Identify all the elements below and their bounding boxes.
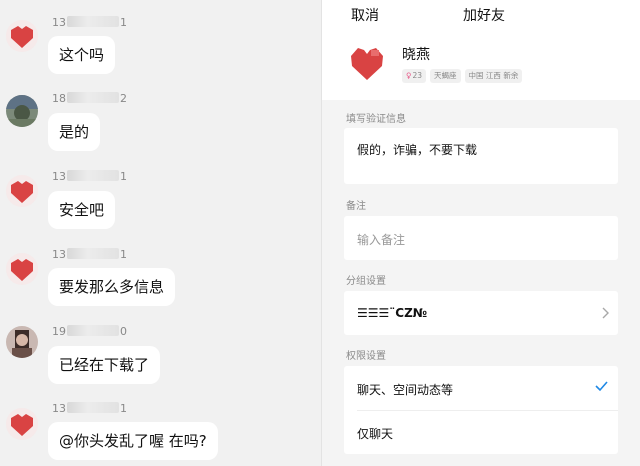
group-selector[interactable]: ☰☰☰¨CZ№	[344, 291, 618, 335]
age-tag: ♀23	[402, 69, 427, 83]
verify-label: 填写验证信息	[346, 114, 406, 125]
sender-id: 18 2	[52, 92, 127, 105]
group-label: 分组设置	[346, 276, 386, 287]
sender-id: 13 1	[52, 170, 127, 183]
chat-message: 13 1 要发那么多信息	[0, 241, 321, 321]
message-bubble[interactable]: @你头发乱了喔 在吗?	[48, 422, 218, 460]
avatar[interactable]	[6, 408, 38, 440]
chat-message: 13 1 安全吧	[0, 163, 321, 243]
profile-name: 晓燕	[402, 47, 430, 63]
message-bubble[interactable]: 安全吧	[48, 191, 116, 229]
chat-message: 19 0 已经在下载了	[0, 318, 321, 398]
page-title: 加好友	[463, 8, 505, 24]
location-tag: 中国 江西 新余	[464, 69, 523, 83]
female-icon: ♀	[406, 71, 412, 80]
remark-input[interactable]: 输入备注	[344, 216, 618, 260]
cancel-button[interactable]: 取消	[351, 5, 379, 25]
chat-message: 13 1 @你头发乱了喔 在吗?	[0, 396, 321, 466]
message-bubble[interactable]: 要发那么多信息	[48, 268, 176, 306]
chat-message: 18 2 是的	[0, 85, 321, 165]
profile-tags: ♀23 天蝎座 中国 江西 新余	[402, 69, 523, 83]
permission-label: 权限设置	[346, 351, 386, 362]
chevron-right-icon	[602, 307, 609, 319]
permission-options: 聊天、空间动态等 仅聊天	[344, 366, 618, 454]
sender-id: 13 1	[52, 16, 127, 29]
message-bubble[interactable]: 这个吗	[48, 36, 116, 74]
verify-field[interactable]: 假的，诈骗，不要下载	[344, 128, 618, 184]
add-friend-panel: 取消 加好友 晓燕 ♀23 天蝎座 中国 江西 新余 填写验证信息 假的，诈骗，…	[322, 0, 640, 466]
avatar[interactable]	[6, 326, 38, 358]
permission-option-chat-only[interactable]: 仅聊天	[344, 410, 618, 454]
message-bubble[interactable]: 已经在下载了	[48, 346, 161, 384]
chat-panel: 13 1 这个吗 18 2 是的 13 1 安全吧 13 1 要发那么多信息 19 0 已…	[0, 0, 321, 466]
avatar[interactable]	[349, 44, 385, 82]
avatar[interactable]	[6, 175, 38, 207]
profile-card: 晓燕 ♀23 天蝎座 中国 江西 新余	[322, 30, 640, 100]
permission-option-chat-and-feed[interactable]: 聊天、空间动态等	[344, 366, 618, 410]
message-bubble[interactable]: 是的	[48, 113, 101, 151]
remark-label: 备注	[346, 201, 366, 212]
sender-id: 13 1	[52, 402, 127, 415]
permission-option-label: 聊天、空间动态等	[357, 383, 454, 397]
avatar[interactable]	[6, 20, 38, 52]
verify-text[interactable]: 假的，诈骗，不要下载	[357, 141, 477, 158]
zodiac-tag: 天蝎座	[430, 69, 461, 83]
remark-placeholder[interactable]: 输入备注	[357, 231, 405, 248]
avatar[interactable]	[6, 95, 38, 127]
chat-message: 13 1 这个吗	[0, 8, 321, 88]
group-value: ☰☰☰¨CZ№	[357, 306, 428, 320]
permission-option-label: 仅聊天	[357, 427, 394, 441]
top-bar: 取消 加好友	[322, 0, 640, 30]
sender-id: 19 0	[52, 325, 127, 338]
sender-id: 13 1	[52, 248, 127, 261]
check-icon	[595, 381, 608, 392]
avatar[interactable]	[6, 253, 38, 285]
